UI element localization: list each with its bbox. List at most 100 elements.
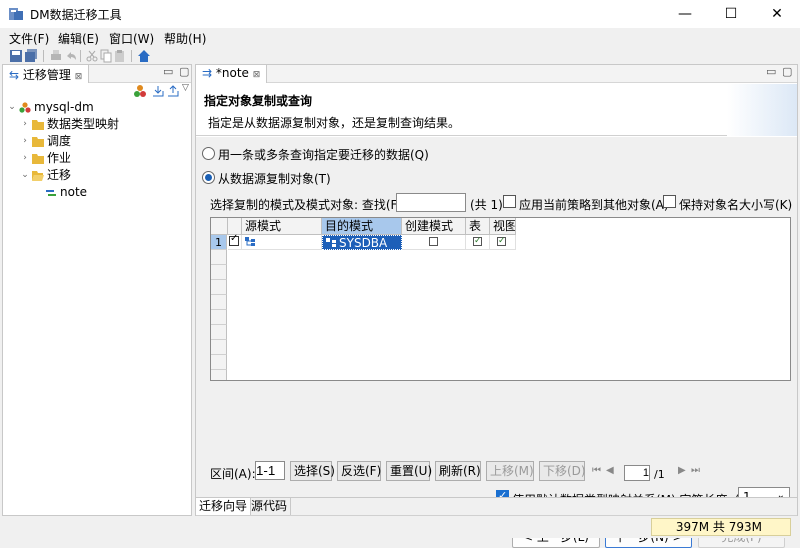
maximize-view-icon[interactable]: ▢ bbox=[179, 65, 189, 78]
tree-item-jobs[interactable]: › 作业 bbox=[3, 150, 191, 167]
invert-button[interactable]: 反选(F) bbox=[337, 461, 381, 481]
migration-manager-panel: ⇆ 迁移管理 ⊠ ▭ ▢ ▽ ⌄ mysql-dm › 数据类型映射 › 调度 … bbox=[2, 64, 192, 516]
new-project-icon[interactable] bbox=[134, 85, 146, 97]
source-schema-header[interactable]: 源模式 bbox=[242, 218, 322, 235]
copy-objects-radio[interactable] bbox=[202, 171, 215, 184]
tree-item-note[interactable]: note bbox=[3, 184, 191, 201]
view-cell[interactable] bbox=[490, 234, 516, 250]
source-schema-cell[interactable] bbox=[242, 235, 322, 250]
range-input[interactable] bbox=[255, 461, 285, 480]
expand-arrow-icon[interactable]: › bbox=[20, 116, 30, 133]
tab-note[interactable]: ⇉ *note ⊠ bbox=[196, 65, 268, 83]
menu-edit[interactable]: 编辑(E) bbox=[58, 30, 99, 47]
table-cell[interactable] bbox=[466, 234, 490, 250]
create-schema-cell[interactable] bbox=[402, 235, 466, 250]
tree-item-label: 数据类型映射 bbox=[47, 117, 120, 131]
query-option-radio[interactable] bbox=[202, 147, 215, 160]
move-up-button[interactable]: 上移(M) bbox=[486, 461, 534, 481]
copy-icon[interactable] bbox=[99, 49, 113, 63]
editor-tab-label: *note bbox=[215, 66, 249, 80]
import-icon[interactable] bbox=[152, 85, 164, 97]
tree-item-label: 作业 bbox=[47, 151, 72, 165]
row-number[interactable]: 1 bbox=[211, 235, 227, 250]
apply-policy-label[interactable]: 应用当前策略到其他对象(A) bbox=[519, 196, 669, 213]
wizard-body: 用一条或多条查询指定要迁移的数据(Q) 从数据源复制对象(T) 选择复制的模式及… bbox=[196, 137, 797, 548]
tab-source-code[interactable]: 源代码 bbox=[248, 498, 292, 515]
menu-help[interactable]: 帮助(H) bbox=[164, 30, 206, 47]
tree-item-type-mapping[interactable]: › 数据类型映射 bbox=[3, 116, 191, 133]
home-icon[interactable] bbox=[137, 49, 151, 63]
migration-icon: ⇉ bbox=[202, 66, 213, 80]
move-down-button[interactable]: 下移(D) bbox=[539, 461, 586, 481]
expand-arrow-icon[interactable]: › bbox=[20, 133, 30, 150]
last-page-icon[interactable]: ⏭ bbox=[691, 465, 700, 476]
reset-button[interactable]: 重置(U) bbox=[386, 461, 432, 481]
collapse-arrow-icon[interactable]: ⌄ bbox=[7, 99, 17, 116]
panel-header: ⇆ 迁移管理 ⊠ ▭ ▢ bbox=[3, 65, 191, 83]
create-schema-header[interactable]: 创建模式 bbox=[402, 218, 466, 235]
tree-item-migration[interactable]: ⌄ 迁移 bbox=[3, 167, 191, 184]
first-page-icon[interactable]: ⏮ bbox=[592, 465, 601, 476]
view-menu-icon[interactable]: ▽ bbox=[182, 83, 189, 93]
refresh-button[interactable]: 刷新(R) bbox=[435, 461, 481, 481]
tree-item-mysql-dm[interactable]: ⌄ mysql-dm bbox=[3, 99, 191, 116]
minimize-button[interactable]: — bbox=[662, 0, 708, 28]
tree-item-label: 调度 bbox=[47, 134, 72, 148]
select-button[interactable]: 选择(S) bbox=[290, 461, 335, 481]
close-button[interactable]: ✕ bbox=[754, 0, 800, 28]
paste-icon[interactable] bbox=[113, 49, 127, 63]
row-select-checkbox[interactable]: ✓ bbox=[229, 233, 239, 246]
target-schema-cell[interactable]: SYSDBA bbox=[322, 235, 402, 250]
divider bbox=[196, 515, 797, 516]
menu-window[interactable]: 窗口(W) bbox=[109, 30, 154, 47]
target-schema-value: SYSDBA bbox=[339, 236, 388, 250]
menu-bar: 文件(F) 编辑(E) 窗口(W) 帮助(H) bbox=[0, 28, 800, 48]
collapse-arrow-icon[interactable]: ⌄ bbox=[20, 167, 30, 184]
table-checkbox[interactable] bbox=[473, 234, 482, 248]
editor-tab-close-icon[interactable]: ⊠ bbox=[253, 70, 261, 80]
empty-row-header bbox=[211, 250, 227, 265]
heap-status[interactable]: 397M 共 793M bbox=[651, 518, 791, 536]
save-icon[interactable] bbox=[9, 49, 23, 63]
prev-page-icon[interactable]: ◀ bbox=[606, 465, 614, 476]
table-column-header[interactable]: 表 bbox=[466, 218, 490, 235]
copy-objects-label[interactable]: 从数据源复制对象(T) bbox=[218, 170, 331, 187]
empty-row-header bbox=[211, 295, 227, 310]
maximize-button[interactable]: ☐ bbox=[708, 0, 754, 28]
minimize-view-icon[interactable]: ▭ bbox=[163, 65, 173, 78]
select-schema-label: 选择复制的模式及模式对象: 查找(F): bbox=[210, 198, 407, 212]
window-title: DM数据迁移工具 bbox=[30, 8, 122, 22]
expand-arrow-icon[interactable]: › bbox=[20, 150, 30, 167]
view-checkbox[interactable] bbox=[497, 234, 506, 248]
tab-migration-wizard[interactable]: 迁移向导 bbox=[196, 498, 252, 515]
keep-case-checkbox[interactable] bbox=[663, 195, 676, 208]
search-input[interactable] bbox=[396, 193, 466, 212]
menu-file[interactable]: 文件(F) bbox=[9, 30, 49, 47]
view-column-header[interactable]: 视图 bbox=[490, 218, 516, 235]
keep-case-label[interactable]: 保持对象名大小写(K) bbox=[679, 196, 792, 213]
panel-tab-close-icon[interactable]: ⊠ bbox=[75, 72, 83, 82]
query-option-label[interactable]: 用一条或多条查询指定要迁移的数据(Q) bbox=[218, 146, 429, 163]
wizard-header: 指定对象复制或查询 指定是从数据源复制对象，还是复制查询结果。 bbox=[196, 84, 797, 136]
table-row[interactable]: ✓ bbox=[228, 233, 242, 250]
cut-icon[interactable] bbox=[85, 49, 99, 63]
page-input[interactable] bbox=[624, 465, 650, 481]
export-icon[interactable] bbox=[167, 85, 179, 97]
project-tree: ⌄ mysql-dm › 数据类型映射 › 调度 › 作业 ⌄ 迁移 note bbox=[3, 99, 191, 201]
create-schema-checkbox[interactable] bbox=[429, 237, 438, 246]
empty-row-header bbox=[211, 280, 227, 295]
apply-policy-checkbox[interactable] bbox=[503, 195, 516, 208]
undo-icon[interactable] bbox=[64, 49, 78, 63]
print-icon[interactable] bbox=[49, 49, 63, 63]
tree-item-label: mysql-dm bbox=[34, 100, 94, 114]
minimize-editor-icon[interactable]: ▭ bbox=[766, 65, 776, 78]
save-all-icon[interactable] bbox=[24, 49, 38, 63]
next-page-icon[interactable]: ▶ bbox=[678, 465, 686, 476]
empty-row-header bbox=[211, 355, 227, 370]
maximize-editor-icon[interactable]: ▢ bbox=[782, 65, 792, 78]
target-schema-header[interactable]: 目的模式 bbox=[322, 218, 402, 235]
tree-item-label: note bbox=[60, 185, 88, 199]
tab-migration-manager[interactable]: ⇆ 迁移管理 ⊠ bbox=[3, 65, 90, 83]
tree-item-schedule[interactable]: › 调度 bbox=[3, 133, 191, 150]
panel-tab-label: 迁移管理 bbox=[22, 68, 71, 82]
